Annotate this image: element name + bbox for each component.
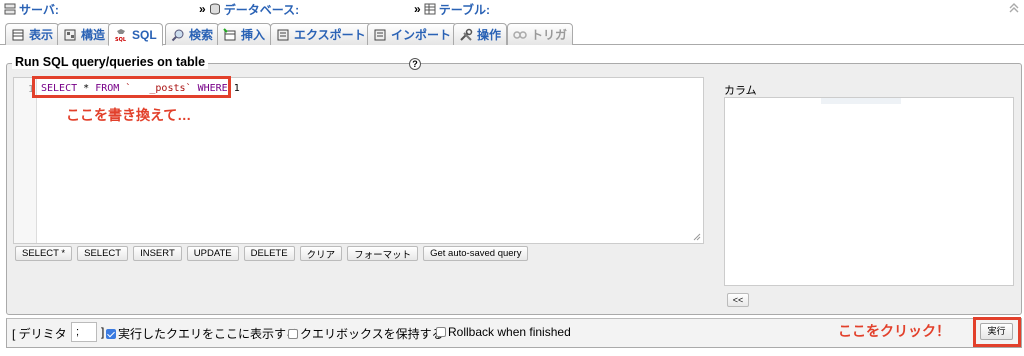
tab-search-label: 検索 (189, 28, 214, 42)
insert-column-button[interactable]: << (727, 293, 749, 307)
operations-icon (460, 28, 473, 41)
delimiter-input[interactable]: ; (71, 322, 97, 342)
tab-sql-label: SQL (132, 27, 157, 42)
resize-handle-icon[interactable] (693, 233, 701, 241)
tab-triggers-label: トリガ (531, 28, 568, 42)
clear-button[interactable]: クリア (299, 246, 343, 261)
show-query-checkbox[interactable] (106, 328, 116, 339)
go-button[interactable]: 実行 (980, 323, 1013, 340)
get-auto-saved-query-button[interactable]: Get auto-saved query (423, 246, 529, 261)
tab-import-label: インポート (391, 28, 452, 42)
tab-export[interactable]: エクスポート (270, 23, 372, 45)
triggers-icon (513, 30, 527, 39)
show-query-label: 実行したクエリをここに表示する (118, 327, 299, 341)
breadcrumb-separator: » (199, 2, 206, 16)
breadcrumb-server[interactable]: サーバ: (4, 1, 59, 18)
redacted-column-entry (821, 98, 901, 104)
delete-button[interactable]: DELETE (243, 246, 295, 261)
select-button[interactable]: SELECT (77, 246, 129, 261)
rollback-checkbox[interactable] (436, 327, 446, 337)
panel-legend: Run SQL query/queries on table (12, 55, 209, 69)
rollback-option[interactable]: Rollback when finished (436, 325, 571, 339)
tab-insert[interactable]: 挿入 (217, 23, 272, 45)
search-icon (171, 29, 184, 41)
tab-structure-label: 構造 (81, 28, 106, 42)
structure-icon (64, 29, 76, 40)
format-button[interactable]: フォーマット (347, 246, 419, 261)
tab-search[interactable]: 検索 (165, 23, 220, 45)
breadcrumb-separator: » (414, 2, 421, 16)
export-icon (277, 29, 289, 40)
import-icon (374, 29, 386, 40)
insert-icon (223, 27, 236, 40)
columns-label: カラム (724, 85, 757, 97)
retain-query-box-checkbox[interactable] (288, 328, 298, 339)
tab-browse[interactable]: 表示 (5, 23, 60, 45)
table-icon (424, 3, 436, 15)
svg-text:SQL: SQL (115, 37, 127, 42)
tab-import[interactable]: インポート (367, 23, 458, 45)
sql-editor[interactable]: 1 SELECT * FROM ` _posts` WHERE 1 (13, 77, 704, 244)
select-all-button[interactable]: SELECT * (15, 246, 73, 261)
columns-list[interactable] (724, 97, 1014, 286)
server-icon (4, 3, 16, 15)
rewrite-annotation: ここを書き換えて… (66, 107, 192, 123)
breadcrumb-table[interactable]: » テーブル: (414, 1, 490, 18)
double-chevron-up-icon[interactable] (1008, 2, 1020, 14)
tab-triggers[interactable]: トリガ (507, 23, 574, 45)
browse-icon (12, 29, 24, 40)
tab-bar: 表示 構造 SQL SQL 検索 挿入 エクスポート インポート 操作 トリガ (0, 21, 1024, 46)
tab-operations-label: 操作 (477, 28, 502, 42)
delimiter-label-end: ] (101, 325, 105, 339)
breadcrumb-database[interactable]: » データベース: (199, 1, 299, 18)
update-button[interactable]: UPDATE (186, 246, 239, 261)
sql-icon: SQL (115, 28, 127, 42)
query-highlight-annotation (32, 76, 231, 98)
tab-export-label: エクスポート (294, 28, 366, 42)
help-icon[interactable]: ? (409, 58, 421, 70)
line-number-gutter (14, 78, 37, 243)
query-helper-buttons: SELECT * SELECT INSERT UPDATE DELETE クリア… (15, 246, 529, 262)
tab-browse-label: 表示 (29, 28, 54, 42)
breadcrumb-table-label[interactable]: テーブル: (439, 1, 490, 18)
insert-button[interactable]: INSERT (133, 246, 182, 261)
database-icon (209, 3, 220, 15)
breadcrumb-server-label[interactable]: サーバ: (19, 1, 59, 18)
breadcrumb: サーバ: » データベース: » テーブル: (0, 0, 1024, 18)
show-query-option[interactable]: 実行したクエリをここに表示する (106, 325, 298, 342)
click-annotation: ここをクリック！ (838, 323, 950, 339)
tab-insert-label: 挿入 (241, 28, 266, 42)
tab-operations[interactable]: 操作 (453, 23, 508, 45)
tab-structure[interactable]: 構造 (57, 23, 112, 45)
rollback-label: Rollback when finished (448, 325, 571, 339)
retain-query-box-label: クエリボックスを保持する (300, 327, 444, 341)
breadcrumb-database-label[interactable]: データベース: (224, 1, 299, 18)
retain-query-box-option[interactable]: クエリボックスを保持する (288, 325, 444, 342)
delimiter-label: [ デリミタ (12, 327, 67, 341)
tab-sql[interactable]: SQL SQL (108, 23, 163, 46)
